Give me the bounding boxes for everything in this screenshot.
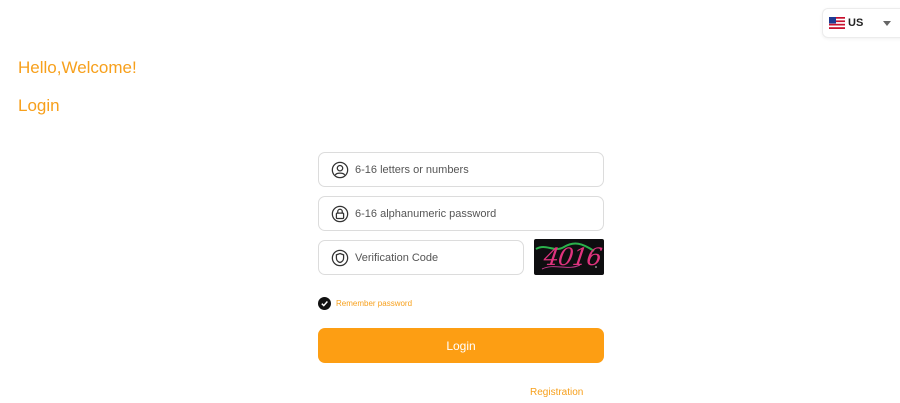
shield-icon xyxy=(331,249,349,266)
lock-icon xyxy=(331,205,349,222)
chevron-down-icon xyxy=(883,21,891,26)
username-field[interactable] xyxy=(318,152,604,187)
language-code: US xyxy=(848,17,864,29)
captcha-image[interactable]: 4016 xyxy=(534,239,604,275)
us-flag-icon xyxy=(829,17,845,29)
page-title: Login xyxy=(18,96,60,115)
registration-link[interactable]: Registration xyxy=(530,387,583,398)
verification-code-field[interactable] xyxy=(318,240,524,275)
login-button[interactable]: Login xyxy=(318,328,604,363)
username-input[interactable] xyxy=(355,163,575,176)
remember-password-checkbox[interactable]: Remember password xyxy=(318,297,412,310)
checkmark-icon xyxy=(318,297,331,310)
welcome-greeting: Hello,Welcome! xyxy=(18,58,137,77)
password-field[interactable] xyxy=(318,196,604,231)
password-input[interactable] xyxy=(355,207,575,220)
language-selector[interactable]: US xyxy=(822,8,900,38)
verification-code-input[interactable] xyxy=(355,251,523,264)
user-icon xyxy=(331,161,349,178)
login-page: US Hello,Welcome! Login 6-16 letters or … xyxy=(0,0,900,403)
remember-password-label: Remember password xyxy=(336,299,413,308)
captcha-text: 4016 xyxy=(542,243,604,271)
